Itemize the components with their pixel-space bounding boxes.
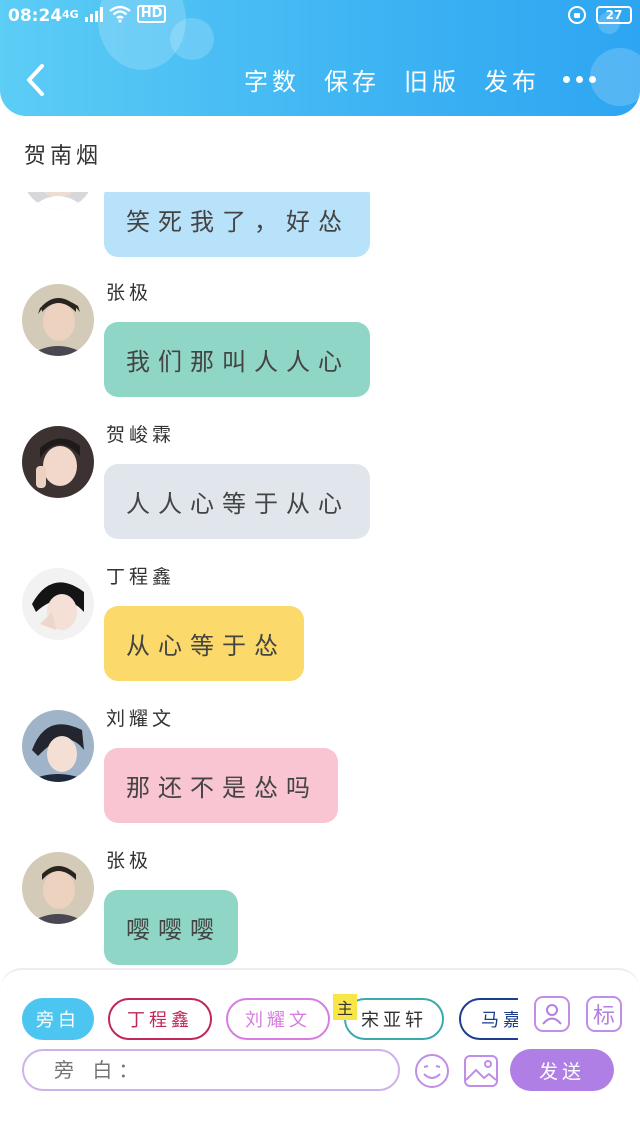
app-header: 08:24 4G HD 27 字数 保存 旧版 发布 [0, 0, 640, 116]
decor-bubble [590, 48, 640, 106]
chat-message: 笑死我了，好怂 [0, 192, 640, 262]
chat-message: 张极 我们那叫人人心 [0, 282, 640, 404]
message-bubble: 我们那叫人人心 [104, 322, 370, 397]
message-bubble: 嘤嘤嘤 [104, 890, 238, 965]
main-role-badge: 主 [333, 994, 357, 1020]
battery-icon: 27 [596, 6, 632, 24]
hd-badge: HD [136, 5, 167, 23]
chat-message: 丁程鑫 从心等于怂 [0, 566, 640, 688]
message-input[interactable] [22, 1049, 400, 1091]
character-manager-button[interactable] [534, 996, 570, 1032]
role-chip-narrator[interactable]: 旁白 [22, 998, 94, 1040]
role-chip[interactable]: 马嘉祺 [459, 998, 518, 1040]
sender-name: 张极 [106, 282, 153, 304]
role-label: 马嘉祺 [481, 1010, 518, 1031]
emoji-icon[interactable] [413, 1052, 451, 1090]
status-bar: 08:24 4G HD 27 [0, 0, 640, 34]
lock-icon [568, 6, 586, 24]
message-text: 我们那叫人人心 [126, 348, 350, 376]
role-chip[interactable]: 宋亚轩 [344, 998, 444, 1040]
avatar [22, 568, 94, 640]
role-chip[interactable]: 丁程鑫 [108, 998, 212, 1040]
avatar [22, 710, 94, 782]
status-time: 08:24 [8, 6, 63, 26]
role-selector: 旁白 丁程鑫 刘耀文 宋亚轩 马嘉祺 [22, 998, 518, 1042]
message-text: 那还不是怂吗 [126, 774, 318, 802]
battery-area: 27 [568, 6, 632, 24]
avatar [22, 426, 94, 498]
role-chip[interactable]: 刘耀文 [226, 998, 330, 1040]
avatar [22, 852, 94, 924]
save-button[interactable]: 保存 [324, 62, 380, 97]
chat-message: 张极 嘤嘤嘤 [0, 850, 640, 968]
status-icons: 4G HD [62, 5, 167, 23]
person-card-icon [542, 1004, 562, 1025]
sender-name: 张极 [106, 850, 153, 872]
message-bubble: 从心等于怂 [104, 606, 304, 681]
image-icon[interactable] [462, 1052, 500, 1090]
avatar [22, 192, 94, 209]
network-type: 4G [62, 7, 79, 21]
back-arrow-icon[interactable] [22, 62, 52, 98]
role-label: 宋亚轩 [361, 1010, 427, 1031]
message-text: 笑死我了，好怂 [126, 208, 350, 236]
old-version-button[interactable]: 旧版 [404, 62, 460, 97]
avatar [22, 284, 94, 356]
sender-name: 丁程鑫 [106, 566, 176, 588]
message-bubble: 人人心等于从心 [104, 464, 370, 539]
message-text: 嘤嘤嘤 [126, 916, 222, 944]
wifi-icon [108, 5, 131, 23]
story-title: 贺南烟 [24, 144, 103, 169]
more-dots-icon[interactable] [563, 76, 596, 83]
role-label: 丁程鑫 [127, 1010, 193, 1031]
sender-name: 刘耀文 [106, 708, 176, 730]
header-actions: 字数 保存 旧版 发布 [244, 62, 540, 97]
signal-icon [84, 6, 103, 22]
role-label: 旁白 [36, 1010, 80, 1031]
word-count-button[interactable]: 字数 [244, 62, 300, 97]
chat-message: 贺峻霖 人人心等于从心 [0, 424, 640, 546]
message-bubble: 笑死我了，好怂 [104, 192, 370, 257]
chat-area[interactable]: 笑死我了，好怂 张极 我们那叫人人心 贺峻霖 人人心等于从心 丁程鑫 从心等于怂 [0, 192, 640, 968]
sender-name: 贺峻霖 [106, 424, 176, 446]
message-text: 从心等于怂 [126, 632, 286, 660]
role-label: 刘耀文 [245, 1010, 311, 1031]
publish-button[interactable]: 发布 [484, 62, 540, 97]
send-button[interactable]: 发送 [510, 1049, 614, 1091]
message-bubble: 那还不是怂吗 [104, 748, 338, 823]
chat-message: 刘耀文 那还不是怂吗 [0, 708, 640, 830]
tag-button[interactable]: 标 [586, 996, 622, 1032]
message-text: 人人心等于从心 [126, 490, 350, 518]
